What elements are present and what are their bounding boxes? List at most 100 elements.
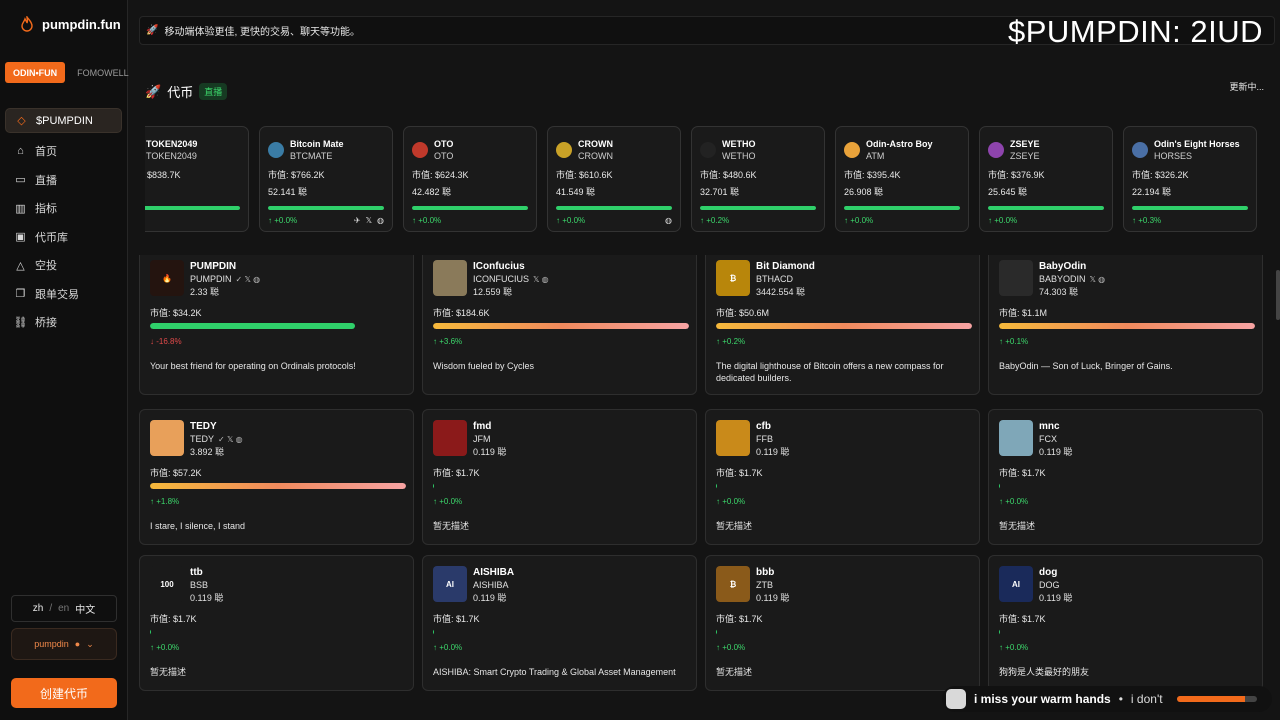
ticker-card[interactable]: OTO OTO 市值: $624.3K 42.482 聪 ↑ +0.0% — [403, 126, 537, 232]
language-switcher[interactable]: zh / en 中文 — [11, 595, 117, 622]
ticker-progress-fill — [268, 206, 384, 210]
token-card[interactable]: AI dog DOG 0.119 聪市值: $1.7K ↑ +0.0% 狗狗是人类最好的朋… — [988, 555, 1263, 691]
lang-separator: / — [49, 603, 53, 614]
token-progress — [716, 323, 972, 329]
ticker-mc-value: $610.6K — [579, 170, 613, 180]
token-market-cap: 市值: $1.7K — [150, 614, 197, 624]
token-progress — [999, 483, 1255, 489]
social-icons[interactable]: ✓ 𝕏 ◍ — [236, 273, 261, 286]
ticker-market-cap: 市值: $395.4K — [844, 170, 901, 180]
ticker-card-head: WETHO WETHO — [700, 138, 816, 162]
token-symbol: DOG — [1039, 580, 1060, 590]
music-player[interactable]: i miss your warm hands • i don't — [942, 686, 1272, 712]
token-info: cfb FFB 0.119 聪 — [756, 420, 789, 458]
music-title: i miss your warm hands — [974, 692, 1111, 706]
token-name: AISHIBA — [473, 567, 515, 578]
token-description: I stare, I silence, I stand — [150, 521, 246, 531]
ticker-change-value: +0.0% — [274, 216, 298, 225]
user-menu-button[interactable]: pumpdin ● ⌄ — [11, 628, 117, 660]
sidebar-item-6[interactable]: ❐ 跟单交易 — [5, 280, 122, 308]
ticker-market-cap: 市值: $766.2K — [268, 170, 325, 180]
logo[interactable]: pumpdin.fun — [20, 16, 121, 32]
token-info: Bit Diamond BTHACD 3442.554 聪 — [756, 260, 815, 298]
tab-odin-fun[interactable]: ODIN•FUN — [5, 62, 66, 83]
token-change: ↑ +0.0% — [433, 497, 463, 506]
lang-en[interactable]: en — [58, 603, 69, 614]
music-progress[interactable] — [1176, 696, 1257, 702]
ticker-symbol: CROWN — [578, 151, 613, 161]
scrollbar[interactable] — [1276, 270, 1280, 320]
music-separator: • — [1118, 692, 1123, 706]
ticker-socials: ✈ 𝕏 ◍ — [354, 216, 384, 225]
social-icon[interactable]: ◍ — [377, 216, 384, 225]
token-card[interactable]: ₿ bbb ZTB 0.119 聪市值: $1.7K ↑ +0.0% 暂无描述 — [705, 555, 980, 691]
token-card[interactable]: IConfucius ICONFUCIUS 𝕏 ◍ 12.559 聪市值: $184.… — [422, 255, 697, 395]
token-holders: 0.119 聪 — [473, 447, 507, 457]
token-symbol: ZTB — [756, 580, 773, 590]
sidebar-item-2[interactable]: ▭ 直播 — [5, 166, 122, 194]
sidebar: pumpdin.fun ODIN•FUN FOMOWELL ◇ $PUMPDIN ⌂… — [0, 0, 129, 720]
token-card[interactable]: mnc FCX 0.119 聪市值: $1.7K ↑ +0.0% 暂无描述 — [988, 409, 1263, 545]
ticker-progress — [412, 206, 528, 210]
social-icons[interactable]: 𝕏 ◍ — [1090, 273, 1106, 286]
social-icon[interactable]: 𝕏 — [366, 216, 372, 225]
sidebar-item-7[interactable]: ⛓ 桥接 — [5, 308, 122, 336]
token-progress-fill — [716, 323, 972, 329]
social-icon[interactable]: ◍ — [665, 216, 672, 225]
token-card[interactable]: 100 ttb BSB 0.119 聪市值: $1.7K ↑ +0.0% 暂无描述 — [139, 555, 414, 691]
ticker-card[interactable]: WETHO WETHO 市值: $480.6K 32.701 聪 ↑ +0.2% — [691, 126, 825, 232]
social-icon[interactable]: ✈ — [354, 216, 361, 225]
token-progress-fill — [150, 323, 355, 329]
lang-zh[interactable]: zh — [33, 603, 44, 614]
video-icon: ▭ — [15, 174, 26, 186]
vault-icon: ▣ — [15, 231, 26, 243]
sidebar-item-0[interactable]: ◇ $PUMPDIN — [5, 108, 122, 133]
token-market-cap: 市值: $184.6K — [433, 308, 490, 318]
token-market-cap: 市值: $50.6M — [716, 308, 770, 318]
token-holders: 12.559 聪 — [473, 287, 513, 297]
ticker-card-head: Bitcoin Mate BTCMATE — [268, 138, 384, 162]
token-card[interactable]: fmd JFM 0.119 聪市值: $1.7K ↑ +0.0% 暂无描述 — [422, 409, 697, 545]
token-description: 暂无描述 — [716, 667, 753, 677]
token-card[interactable]: 🔥 PUMPDIN PUMPDIN ✓ 𝕏 ◍ 2.33 聪市值: $34.2K ↓ -1… — [139, 255, 414, 395]
ticker-card[interactable]: Odin-Astro Boy ATM 市值: $395.4K 26.908 聪 ↑ +0… — [835, 126, 969, 232]
sidebar-item-1[interactable]: ⌂ 首页 — [5, 137, 122, 165]
ticker-progress-fill — [700, 206, 816, 210]
ticker-card[interactable]: CROWN CROWN 市值: $610.6K 41.549 聪 ↑ +0.0% ◍ — [547, 126, 681, 232]
sidebar-item-5[interactable]: △ 空投 — [5, 251, 122, 279]
token-image: AI — [999, 566, 1033, 602]
user-label: pumpdin — [34, 639, 69, 649]
create-token-button[interactable]: 创建代币 — [11, 678, 117, 708]
social-icons[interactable]: 𝕏 ◍ — [533, 273, 549, 286]
flame-logo-icon — [21, 16, 33, 32]
token-description: 暂无描述 — [150, 667, 187, 677]
token-change: ↑ +0.0% — [999, 643, 1029, 652]
album-art — [946, 689, 966, 709]
sidebar-item-4[interactable]: ▣ 代币库 — [5, 223, 122, 251]
token-description: AISHIBA: Smart Crypto Trading & Global A… — [433, 667, 676, 677]
ticker-change-value: +0.0% — [562, 216, 586, 225]
social-icons[interactable]: ✓ 𝕏 ◍ — [218, 433, 243, 446]
token-card[interactable]: BabyOdin BABYODIN 𝕏 ◍ 74.303 聪市值: $1.1M ↑ +0… — [988, 255, 1263, 395]
token-card[interactable]: AI AISHIBA AISHIBA 0.119 聪市值: $1.7K ↑ +0.0% A… — [422, 555, 697, 691]
token-card[interactable]: ₿ Bit Diamond BTHACD 3442.554 聪市值: $50.6M ↑ … — [705, 255, 980, 395]
token-card[interactable]: TEDY TEDY ✓ 𝕏 ◍ 3.892 聪市值: $57.2K ↑ +1.8% I s… — [139, 409, 414, 545]
sidebar-item-label: 桥接 — [35, 317, 57, 329]
ticker-names: WETHO WETHO — [722, 138, 756, 162]
ticker-card[interactable]: Bitcoin Mate BTCMATE 市值: $766.2K 52.141 聪 ↑ … — [259, 126, 393, 232]
sidebar-item-3[interactable]: ▥ 指标 — [5, 194, 122, 222]
ticker-mc-value: $376.9K — [1011, 170, 1045, 180]
token-market-cap: 市值: $1.1M — [999, 308, 1048, 318]
sidebar-item-label: 直播 — [35, 174, 57, 187]
ticker-card[interactable]: ZSEYE ZSEYE 市值: $376.9K 25.645 聪 ↑ +0.0% — [979, 126, 1113, 232]
ticker-symbol: BTCMATE — [290, 151, 333, 161]
ticker-holders: 22.194 聪 — [1132, 187, 1172, 197]
sidebar-item-label: 空投 — [35, 260, 57, 272]
tab-fomowell[interactable]: FOMOWELL — [69, 62, 137, 83]
ticker-card[interactable]: Odin's Eight Horses HORSES 市值: $326.2K 22.1… — [1123, 126, 1257, 232]
ticker-progress — [556, 206, 672, 210]
ticker-holders: 52.141 聪 — [268, 187, 308, 197]
ticker-card[interactable]: TOKEN2049 TOKEN2049 市值: $838.7K 9 聪 ↑ .0% — [145, 126, 249, 232]
token-card[interactable]: cfb FFB 0.119 聪市值: $1.7K ↑ +0.0% 暂无描述 — [705, 409, 980, 545]
ticker-market-cap: 市值: $838.7K — [145, 168, 240, 181]
